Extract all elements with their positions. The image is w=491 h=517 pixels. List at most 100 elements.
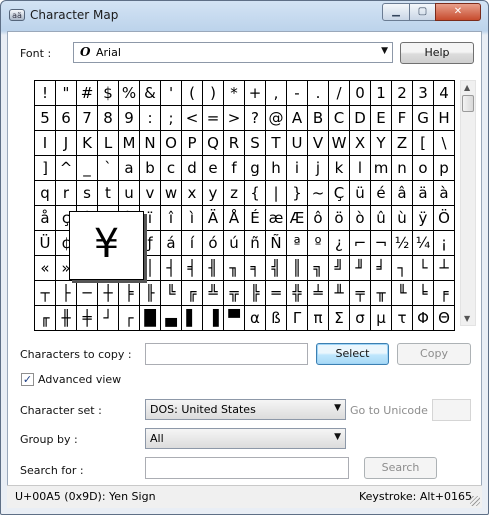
- minimize-button[interactable]: ▁: [382, 3, 410, 21]
- character-cell[interactable]: 0: [350, 81, 371, 106]
- character-cell[interactable]: Z: [392, 131, 413, 156]
- character-cell[interactable]: A: [287, 106, 308, 131]
- character-cell[interactable]: F: [392, 106, 413, 131]
- character-cell[interactable]: V: [308, 131, 329, 156]
- character-cell[interactable]: C: [329, 106, 350, 131]
- character-cell[interactable]: ┌: [119, 306, 140, 331]
- character-cell[interactable]: ╥: [371, 281, 392, 306]
- character-cell[interactable]: Å: [224, 206, 245, 231]
- go-to-unicode-input[interactable]: [432, 399, 471, 421]
- character-cell[interactable]: ¡: [434, 231, 455, 256]
- character-cell[interactable]: .: [308, 81, 329, 106]
- character-cell[interactable]: ô: [308, 206, 329, 231]
- search-input[interactable]: [145, 457, 349, 479]
- resize-grip[interactable]: [470, 496, 480, 506]
- character-cell[interactable]: h: [266, 156, 287, 181]
- character-cell[interactable]: ~: [308, 181, 329, 206]
- character-cell[interactable]: «: [35, 256, 56, 281]
- character-cell[interactable]: ╠: [245, 281, 266, 306]
- character-cell[interactable]: ⌐: [350, 231, 371, 256]
- character-cell[interactable]: ): [203, 81, 224, 106]
- close-button[interactable]: ✕: [435, 3, 481, 21]
- character-cell[interactable]: s: [77, 181, 98, 206]
- character-cell[interactable]: τ: [392, 306, 413, 331]
- character-cell[interactable]: σ: [350, 306, 371, 331]
- character-cell[interactable]: K: [77, 131, 98, 156]
- character-cell[interactable]: r: [56, 181, 77, 206]
- character-cell[interactable]: ¬: [371, 231, 392, 256]
- character-cell[interactable]: ╫: [56, 306, 77, 331]
- character-cell[interactable]: ╡: [182, 256, 203, 281]
- title-bar[interactable]: aä Character Map ▁ ▢ ✕: [1, 1, 488, 31]
- character-cell[interactable]: Æ: [287, 206, 308, 231]
- character-cell[interactable]: L: [98, 131, 119, 156]
- character-cell[interactable]: M: [119, 131, 140, 156]
- character-cell[interactable]: S: [245, 131, 266, 156]
- help-button[interactable]: Help: [400, 42, 474, 64]
- character-cell[interactable]: ╦: [224, 281, 245, 306]
- character-cell[interactable]: ╬: [287, 281, 308, 306]
- character-cell[interactable]: q: [35, 181, 56, 206]
- character-cell[interactable]: ├: [56, 281, 77, 306]
- character-set-select[interactable]: DOS: United States ▼: [145, 399, 346, 420]
- character-cell[interactable]: ╪: [77, 306, 98, 331]
- character-cell[interactable]: └: [413, 256, 434, 281]
- character-cell[interactable]: Γ: [287, 306, 308, 331]
- character-cell[interactable]: a: [119, 156, 140, 181]
- select-button[interactable]: Select: [316, 343, 389, 365]
- character-cell[interactable]: ╕: [245, 256, 266, 281]
- character-cell[interactable]: e: [203, 156, 224, 181]
- character-cell[interactable]: ╝: [329, 256, 350, 281]
- character-cell[interactable]: î: [161, 206, 182, 231]
- character-cell[interactable]: Ä: [203, 206, 224, 231]
- character-cell[interactable]: W: [329, 131, 350, 156]
- character-cell[interactable]: Ü: [35, 231, 56, 256]
- character-cell[interactable]: @: [266, 106, 287, 131]
- character-cell[interactable]: b: [140, 156, 161, 181]
- character-cell[interactable]: B: [308, 106, 329, 131]
- character-cell[interactable]: T: [266, 131, 287, 156]
- character-cell[interactable]: ╔: [182, 281, 203, 306]
- character-cell[interactable]: d: [182, 156, 203, 181]
- character-cell[interactable]: 4: [434, 81, 455, 106]
- character-cell[interactable]: ì: [182, 206, 203, 231]
- character-cell[interactable]: :: [140, 106, 161, 131]
- copy-button[interactable]: Copy: [397, 343, 471, 365]
- character-cell[interactable]: Ñ: [266, 231, 287, 256]
- character-cell[interactable]: *: [224, 81, 245, 106]
- character-cell[interactable]: |: [266, 181, 287, 206]
- character-cell[interactable]: ╩: [203, 281, 224, 306]
- search-button[interactable]: Search: [364, 457, 437, 479]
- character-cell[interactable]: &: [140, 81, 161, 106]
- character-cell[interactable]: ": [56, 81, 77, 106]
- character-cell[interactable]: 5: [35, 106, 56, 131]
- character-cell[interactable]: x: [182, 181, 203, 206]
- character-cell[interactable]: ]: [35, 156, 56, 181]
- character-cell[interactable]: %: [119, 81, 140, 106]
- character-cell[interactable]: g: [245, 156, 266, 181]
- font-select[interactable]: O Arial ▼: [73, 42, 393, 63]
- character-cell[interactable]: 2: [392, 81, 413, 106]
- character-cell[interactable]: û: [371, 206, 392, 231]
- character-cell[interactable]: E: [371, 106, 392, 131]
- character-cell[interactable]: <: [182, 106, 203, 131]
- character-cell[interactable]: ┤: [161, 256, 182, 281]
- character-cell[interactable]: ▐: [203, 306, 224, 331]
- characters-to-copy-input[interactable]: [145, 343, 308, 365]
- character-cell[interactable]: m: [371, 156, 392, 181]
- character-cell[interactable]: ╨: [329, 281, 350, 306]
- character-cell[interactable]: J: [56, 131, 77, 156]
- character-cell[interactable]: u: [119, 181, 140, 206]
- character-cell[interactable]: I: [35, 131, 56, 156]
- character-cell[interactable]: f: [224, 156, 245, 181]
- character-cell[interactable]: \: [434, 131, 455, 156]
- character-cell[interactable]: ╖: [224, 256, 245, 281]
- character-cell[interactable]: 6: [56, 106, 77, 131]
- character-cell[interactable]: l: [350, 156, 371, 181]
- character-cell[interactable]: (: [182, 81, 203, 106]
- character-cell[interactable]: π: [308, 306, 329, 331]
- character-cell[interactable]: N: [140, 131, 161, 156]
- character-cell[interactable]: ┘: [98, 306, 119, 331]
- character-cell[interactable]: ╘: [413, 281, 434, 306]
- character-cell[interactable]: ╟: [140, 281, 161, 306]
